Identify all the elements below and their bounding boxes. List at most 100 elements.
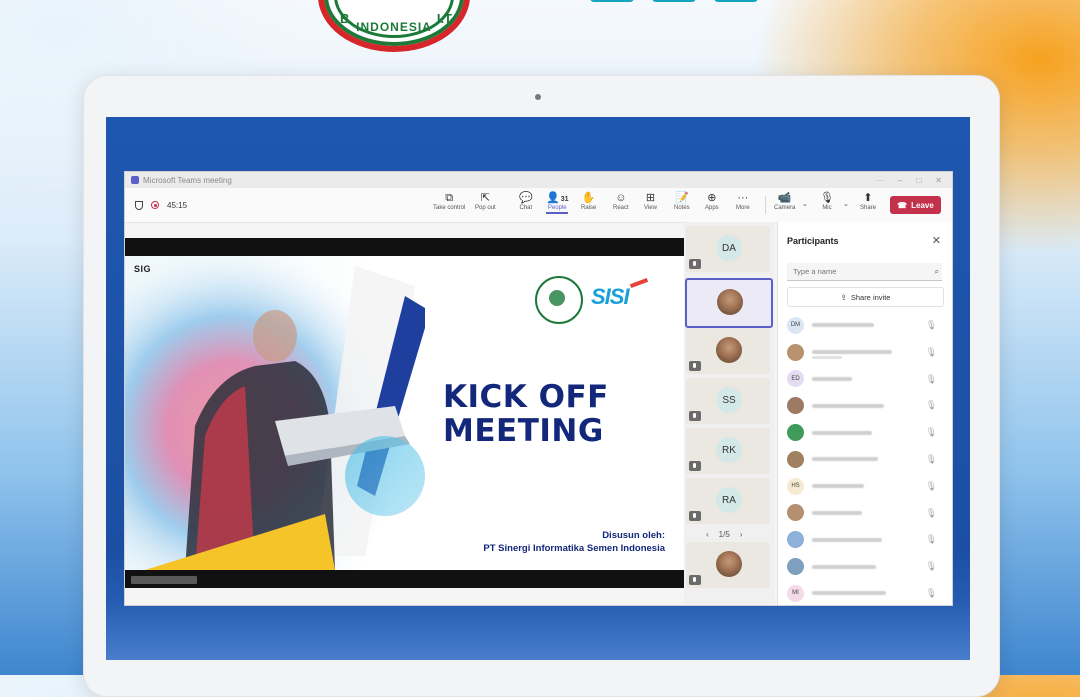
previous-page-icon[interactable]: ‹ [706, 530, 709, 539]
mic-muted-icon: 🎙 [925, 480, 937, 491]
meeting-timer: 45:15 [167, 200, 188, 210]
mic-button[interactable]: 🎙 Mic [820, 191, 834, 211]
take-control-button[interactable]: ⧉ Take control [433, 191, 465, 211]
close-icon[interactable]: ✕ [932, 234, 941, 247]
headline-line-1: KICK OFF [443, 379, 609, 415]
avatar: ED [787, 370, 804, 388]
gallery-pager: ‹ 1/5 › [706, 530, 742, 539]
minimize-icon[interactable]: – [898, 176, 902, 185]
event-logo: B I.T INDONESIA [318, 0, 470, 52]
participant-row[interactable]: 🎙 [787, 526, 947, 553]
avatar [787, 558, 804, 576]
participant-search-input[interactable] [787, 263, 942, 281]
notes-icon: 📝 [674, 192, 689, 204]
mic-muted-icon: 🎙 [925, 507, 937, 518]
maximize-icon[interactable]: □ [916, 176, 921, 185]
participant-name-blurred [812, 430, 872, 435]
sisi-logo-accent [629, 278, 649, 288]
prepared-by-label: Disusun oleh: [602, 530, 665, 541]
more-button[interactable]: ··· More [736, 191, 750, 211]
view-button[interactable]: ⊞ View [644, 191, 657, 211]
share-invite-button[interactable]: ⇪ Share invite [787, 287, 944, 307]
avatar [787, 531, 804, 549]
letterbox-top [125, 238, 684, 256]
share-button[interactable]: ⬆ Share [860, 191, 876, 211]
presenter-name-label [131, 576, 197, 584]
sig-logo: SIG [134, 264, 152, 274]
participant-name-blurred [812, 510, 862, 515]
participant-row[interactable]: 🎙 [787, 500, 947, 527]
video-tile[interactable] [685, 278, 773, 328]
logo-text: INDONESIA [356, 20, 432, 34]
ellipsis-icon: ··· [737, 192, 749, 204]
mic-options-chevron-icon[interactable]: ⌄ [843, 200, 849, 208]
pop-out-button[interactable]: ⇱ Pop out [475, 191, 496, 211]
close-window-icon[interactable]: ✕ [935, 176, 942, 185]
add-apps-icon: ⊕ [707, 192, 717, 204]
video-tile[interactable]: SS [686, 378, 770, 424]
participant-row[interactable]: DM 🎙 [787, 312, 947, 339]
participant-row[interactable]: 🎙 [787, 339, 947, 366]
video-tile[interactable]: RK [686, 428, 770, 474]
take-control-icon: ⧉ [445, 192, 454, 204]
chat-button[interactable]: 💬 Chat [519, 191, 533, 211]
video-tile[interactable] [686, 542, 770, 588]
camera-button[interactable]: 📹 Camera [774, 191, 795, 211]
mic-muted-icon: 🎙 [925, 587, 937, 598]
search-icon[interactable]: ⌕ [935, 267, 939, 277]
more-window-icon[interactable]: ··· [876, 176, 884, 185]
people-count: 31 [560, 196, 569, 203]
participant-row[interactable]: MI 🎙 [787, 580, 947, 605]
participant-avatar [716, 551, 742, 577]
share-screen-icon: ⬆ [863, 192, 873, 204]
react-button[interactable]: ☺ React [613, 191, 629, 211]
mic-muted-icon: 🎙 [925, 400, 937, 411]
muted-mic-icon [689, 411, 701, 421]
notes-button[interactable]: 📝 Notes [674, 191, 690, 211]
muted-mic-icon [689, 461, 701, 471]
camera-options-chevron-icon[interactable]: ⌄ [802, 200, 808, 208]
mic-muted-icon: 🎙 [925, 561, 937, 572]
businessman-illustration [125, 256, 425, 570]
avatar: HS [787, 477, 804, 495]
headline-line-2: MEETING [443, 413, 604, 449]
participant-row[interactable]: 🎙 [787, 392, 947, 419]
phone-hangup-icon: ☎ [897, 200, 908, 210]
title-bar: Microsoft Teams meeting ··· – □ ✕ [125, 172, 952, 188]
mic-muted-icon: 🎙 [925, 346, 937, 357]
video-tile[interactable] [686, 328, 770, 374]
panel-title: Participants [787, 236, 839, 246]
participant-row[interactable]: 🎙 [787, 419, 947, 446]
participant-name-blurred [812, 457, 878, 462]
participant-row[interactable]: HS 🎙 [787, 473, 947, 500]
apps-button[interactable]: ⊕ Apps [705, 191, 719, 211]
participant-name-blurred [812, 537, 882, 542]
participant-row[interactable]: 🎙 [787, 446, 947, 473]
sisi-logo: SISI [591, 284, 630, 309]
share-invite-icon: ⇪ [840, 292, 847, 302]
participant-name-blurred [812, 350, 892, 355]
teams-icon [131, 176, 139, 184]
company-name: PT Sinergi Informatika Semen Indonesia [483, 543, 665, 554]
participant-name-blurred [812, 564, 876, 569]
video-tile[interactable]: RA [686, 478, 770, 524]
shield-icon[interactable] [135, 200, 143, 210]
participant-avatar [717, 289, 743, 315]
video-tile[interactable]: DA [686, 226, 770, 272]
avatar [787, 504, 804, 522]
participant-row[interactable]: 🎙 [787, 553, 947, 580]
presentation-slide: SIG SISI KICK OFF MEETING Disusun oleh: … [125, 256, 684, 570]
next-page-icon[interactable]: › [740, 530, 743, 539]
people-button[interactable]: 👤31 People [546, 191, 569, 214]
pop-out-icon: ⇱ [480, 192, 490, 204]
raise-hand-button[interactable]: ✋ Raise [581, 191, 596, 211]
muted-mic-icon [689, 361, 701, 371]
toolbar-divider [765, 196, 766, 214]
participant-row[interactable]: ED 🎙 [787, 366, 947, 393]
avatar [787, 450, 804, 468]
page-indicator: 1/5 [718, 530, 730, 539]
participant-avatar: SS [716, 387, 742, 413]
video-gallery: ‹ 1/5 › DA SS RK RA [684, 222, 775, 604]
leave-button[interactable]: ☎ Leave [890, 196, 941, 214]
participant-avatar: RA [716, 487, 742, 513]
